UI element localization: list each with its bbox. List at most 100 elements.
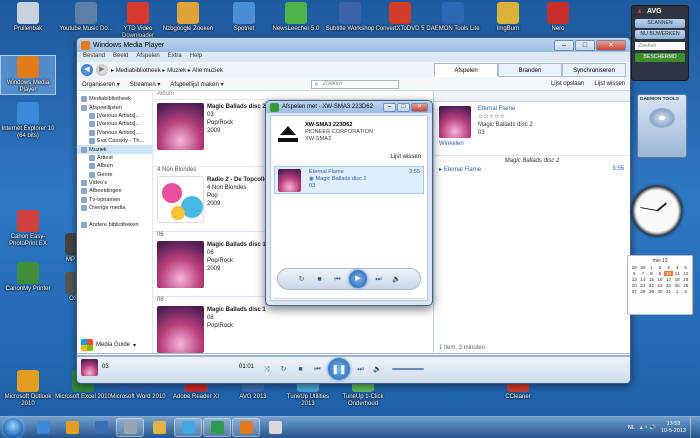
calendar-day[interactable]: 2 <box>656 265 665 270</box>
calendar-day[interactable]: 14 <box>639 277 648 282</box>
repeat-icon[interactable]: ↻ <box>277 364 290 375</box>
album-cover[interactable] <box>157 103 204 150</box>
calendar-day[interactable]: 19 <box>681 277 690 282</box>
menu-item[interactable]: Help <box>190 53 202 61</box>
stream-menu[interactable]: Streamen ▾ <box>130 81 161 88</box>
calendar-day[interactable]: 3 <box>664 265 673 270</box>
menu-item[interactable]: Afspelen <box>136 53 159 61</box>
now-playing-cover[interactable] <box>439 106 471 138</box>
start-button[interactable] <box>3 417 23 438</box>
dialog-maximize-button[interactable]: □ <box>397 102 410 112</box>
organize-menu[interactable]: Organiseren ▾ <box>82 81 120 88</box>
calendar-day[interactable]: 9 <box>656 271 665 276</box>
calendar-day[interactable]: 22 <box>647 283 656 288</box>
dialog-titlebar[interactable]: Afspelen met - XW-SMA3 223D62 – □ ✕ <box>266 101 432 113</box>
calendar-day[interactable]: 23 <box>656 283 665 288</box>
calendar-day[interactable]: 10 <box>664 271 673 276</box>
taskbar-app[interactable] <box>203 418 231 437</box>
desktop-icon[interactable]: Prullenbak <box>0 2 56 33</box>
tray-icons[interactable]: ▴ ◔ 🔊 <box>640 425 656 431</box>
avg-scan-button[interactable]: SCANNEN <box>635 19 685 28</box>
avg-search-input[interactable]: Zoeken <box>635 42 685 50</box>
desktop-icon[interactable]: ConvertXToDVD 5 <box>372 2 428 33</box>
forward-button[interactable]: ▶ <box>96 64 108 76</box>
clear-list-button[interactable]: Lijst wissen <box>594 81 625 87</box>
nav-item[interactable]: Afspeellijsten <box>77 103 152 111</box>
calendar-month[interactable]: mei 13 <box>630 258 690 264</box>
calendar-day[interactable]: 31 <box>664 289 673 294</box>
nav-item[interactable]: Overige media <box>77 204 152 212</box>
calendar-day[interactable]: 29 <box>647 289 656 294</box>
taskbar-app[interactable] <box>116 418 144 437</box>
nav-item[interactable]: Afbeeldingen <box>77 187 152 195</box>
calendar-day[interactable]: 24 <box>664 283 673 288</box>
shop-link[interactable]: Winkelen <box>439 141 464 147</box>
dialog-minimize-button[interactable]: – <box>383 102 396 112</box>
nav-item[interactable]: Andere bibliotheken <box>77 221 152 229</box>
tab-branden[interactable]: Branden <box>498 63 562 77</box>
maximize-button[interactable]: □ <box>575 39 595 51</box>
desktop-icon[interactable]: Microsoft Outlook 2010 <box>0 370 56 408</box>
nav-item[interactable]: Album <box>77 162 152 170</box>
calendar-day[interactable]: 21 <box>639 283 648 288</box>
calendar-day[interactable]: 20 <box>630 283 639 288</box>
playlist-track[interactable]: ▸ Eternal Flame 3:55 <box>439 166 624 173</box>
tab-synchroniseren[interactable]: Synchroniseren <box>562 63 626 77</box>
nav-item[interactable]: Video's <box>77 179 152 187</box>
dialog-play-icon[interactable]: ▶ <box>349 270 367 288</box>
calendar-day[interactable]: 7 <box>639 271 648 276</box>
taskbar-app[interactable] <box>261 418 289 437</box>
shuffle-icon[interactable]: ⤨ <box>260 364 273 375</box>
minimize-button[interactable]: – <box>554 39 574 51</box>
playbar-cover[interactable] <box>81 359 98 376</box>
menu-item[interactable]: Bestand <box>83 53 105 61</box>
calendar-day[interactable]: 12 <box>681 271 690 276</box>
desktop-icon[interactable]: Windows Media Player <box>0 55 56 95</box>
dialog-track[interactable]: Eternal Flame ◉ Magic Ballads disc 2 03 … <box>274 166 424 194</box>
language-indicator[interactable]: NL <box>628 425 635 431</box>
wmp-titlebar[interactable]: Windows Media Player – □ ✕ <box>77 38 630 52</box>
calendar-day[interactable]: 1 <box>647 265 656 270</box>
volume-slider[interactable] <box>392 368 424 370</box>
nav-item[interactable]: [Various Artists]... <box>77 112 152 120</box>
calendar-day[interactable]: 25 <box>673 283 682 288</box>
show-desktop-button[interactable] <box>690 416 700 438</box>
dialog-repeat-icon[interactable]: ↻ <box>295 274 308 285</box>
disc-icon[interactable] <box>649 108 675 128</box>
calendar-day[interactable]: 27 <box>630 289 639 294</box>
taskbar-app[interactable] <box>58 418 86 437</box>
menu-item[interactable]: Beeld <box>113 53 128 61</box>
dialog-stop-icon[interactable]: ■ <box>313 274 326 285</box>
tab-afspelen[interactable]: Afspelen <box>434 63 498 77</box>
dialog-next-icon[interactable]: ⏭ <box>372 274 385 285</box>
play-to-dialog[interactable]: Afspelen met - XW-SMA3 223D62 – □ ✕ XW-S… <box>265 100 433 306</box>
desktop-icon[interactable]: DAEMON Tools Lite <box>425 2 481 33</box>
clock[interactable]: 13:53 10-5-2013 <box>661 421 686 435</box>
desktop-icon[interactable]: Nzbgoogle Zoeken <box>160 2 216 33</box>
album-cover[interactable] <box>157 176 204 223</box>
calendar-day[interactable]: 8 <box>647 271 656 276</box>
nav-item[interactable]: Genre <box>77 171 152 179</box>
desktop-icon[interactable]: YTD Video Downloader <box>110 2 166 40</box>
avg-update-button[interactable]: NU BIJWERKEN <box>635 30 685 39</box>
desktop-icon[interactable]: Internet Explorer 10 (64 bits) <box>0 102 56 140</box>
previous-icon[interactable]: ⏮ <box>311 364 324 375</box>
menu-item[interactable]: Extra <box>168 53 182 61</box>
calendar-day[interactable]: 30 <box>656 289 665 294</box>
nav-item[interactable]: [Various Artists]... <box>77 129 152 137</box>
search-input[interactable]: ⌕ Zoeken <box>311 79 400 89</box>
taskbar-app[interactable] <box>87 418 115 437</box>
album-cover[interactable] <box>157 241 204 288</box>
dialog-close-button[interactable]: ✕ <box>411 102 428 112</box>
taskbar-app[interactable] <box>29 418 57 437</box>
desktop-icon[interactable]: Youtube Music Do... <box>58 2 114 33</box>
calendar-day[interactable]: 30 <box>639 265 648 270</box>
nav-item[interactable]: Muziek <box>77 145 152 154</box>
media-guide-button[interactable]: Media Guide ▾ <box>81 339 136 351</box>
desktop-icon[interactable]: Nero <box>530 2 586 33</box>
column-header-album[interactable]: Album <box>153 91 433 100</box>
breadcrumb[interactable]: ▸ Mediabibliotheek ▸ Muziek ▸ Alle muzie… <box>111 67 223 74</box>
calendar-day[interactable]: 1 <box>673 289 682 294</box>
taskbar-app[interactable] <box>145 418 173 437</box>
nav-item[interactable]: [Various Artists]... <box>77 120 152 128</box>
